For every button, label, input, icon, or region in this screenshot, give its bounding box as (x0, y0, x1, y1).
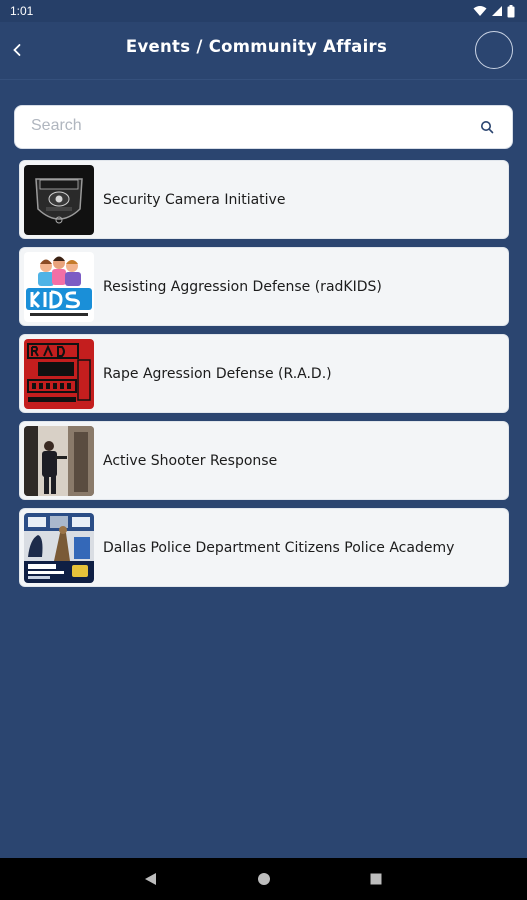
back-triangle-icon[interactable] (144, 872, 157, 886)
status-time: 1:01 (10, 4, 34, 18)
events-list: Security Camera Initiative Resisting Agg… (19, 160, 509, 595)
list-item-label: Active Shooter Response (103, 452, 278, 469)
list-item-security-camera[interactable]: Security Camera Initiative (19, 160, 509, 239)
search-box (14, 105, 513, 149)
list-item-label: Rape Agression Defense (R.A.D.) (103, 365, 332, 382)
list-item-citizens-police-academy[interactable]: Dallas Police Department Citizens Police… (19, 508, 509, 587)
list-item-radkids[interactable]: Resisting Aggression Defense (radKIDS) (19, 247, 509, 326)
search-icon[interactable] (480, 120, 494, 134)
rad-logo-image (24, 338, 94, 409)
home-circle-icon[interactable] (257, 872, 271, 886)
list-item-rad[interactable]: Rape Agression Defense (R.A.D.) (19, 334, 509, 413)
system-nav-bar (0, 858, 527, 900)
wifi-icon (473, 6, 487, 16)
police-badge-image (24, 164, 94, 235)
profile-avatar-button[interactable] (475, 31, 513, 69)
signal-icon (492, 6, 502, 16)
radkids-logo-image (24, 251, 94, 322)
status-bar: 1:01 (0, 0, 527, 22)
list-item-label: Dallas Police Department Citizens Police… (103, 539, 455, 556)
page-title: Events / Community Affairs (125, 37, 388, 56)
search-input[interactable] (15, 106, 475, 146)
list-item-active-shooter[interactable]: Active Shooter Response (19, 421, 509, 500)
list-item-label: Resisting Aggression Defense (radKIDS) (103, 278, 382, 295)
police-academy-photo (24, 512, 94, 583)
recents-square-icon[interactable] (370, 873, 382, 885)
status-icons (473, 4, 515, 18)
app-bar: Events / Community Affairs (0, 22, 527, 80)
battery-icon (507, 4, 515, 17)
active-shooter-photo (24, 425, 94, 496)
list-item-label: Security Camera Initiative (103, 191, 286, 208)
